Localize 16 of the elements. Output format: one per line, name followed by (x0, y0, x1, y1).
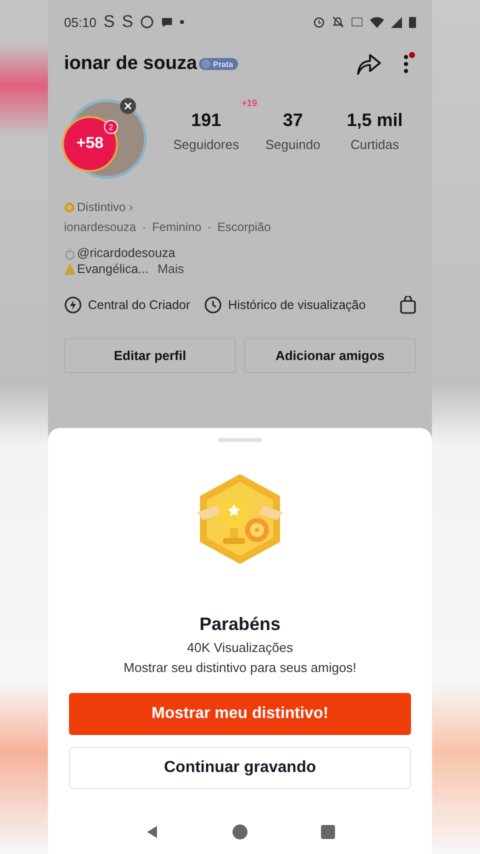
app-notification-letter: S (122, 12, 134, 32)
separator-dot: · (142, 220, 146, 234)
status-time: 05:10 (64, 14, 97, 30)
sheet-subtitle: 40K Visualizações (187, 640, 293, 655)
profile-info: Escorpião (217, 220, 271, 234)
follower-increase: +19 (240, 98, 259, 108)
sheet-title: Parabéns (199, 614, 281, 635)
profile-name: ionar de souza (64, 53, 198, 75)
app-notification-letter: S (104, 12, 115, 32)
profile-info: ionardesouza (64, 220, 136, 234)
rank-badge: Prata (199, 58, 238, 70)
sheet-message: Mostrar seu distintivo para seus amigos! (124, 660, 356, 675)
bio-text: Evangélica... (77, 262, 149, 276)
separator-dot: · (207, 220, 212, 234)
bio-text: @ricardodesouza (77, 246, 176, 260)
profile-info: Feminino (152, 220, 202, 234)
